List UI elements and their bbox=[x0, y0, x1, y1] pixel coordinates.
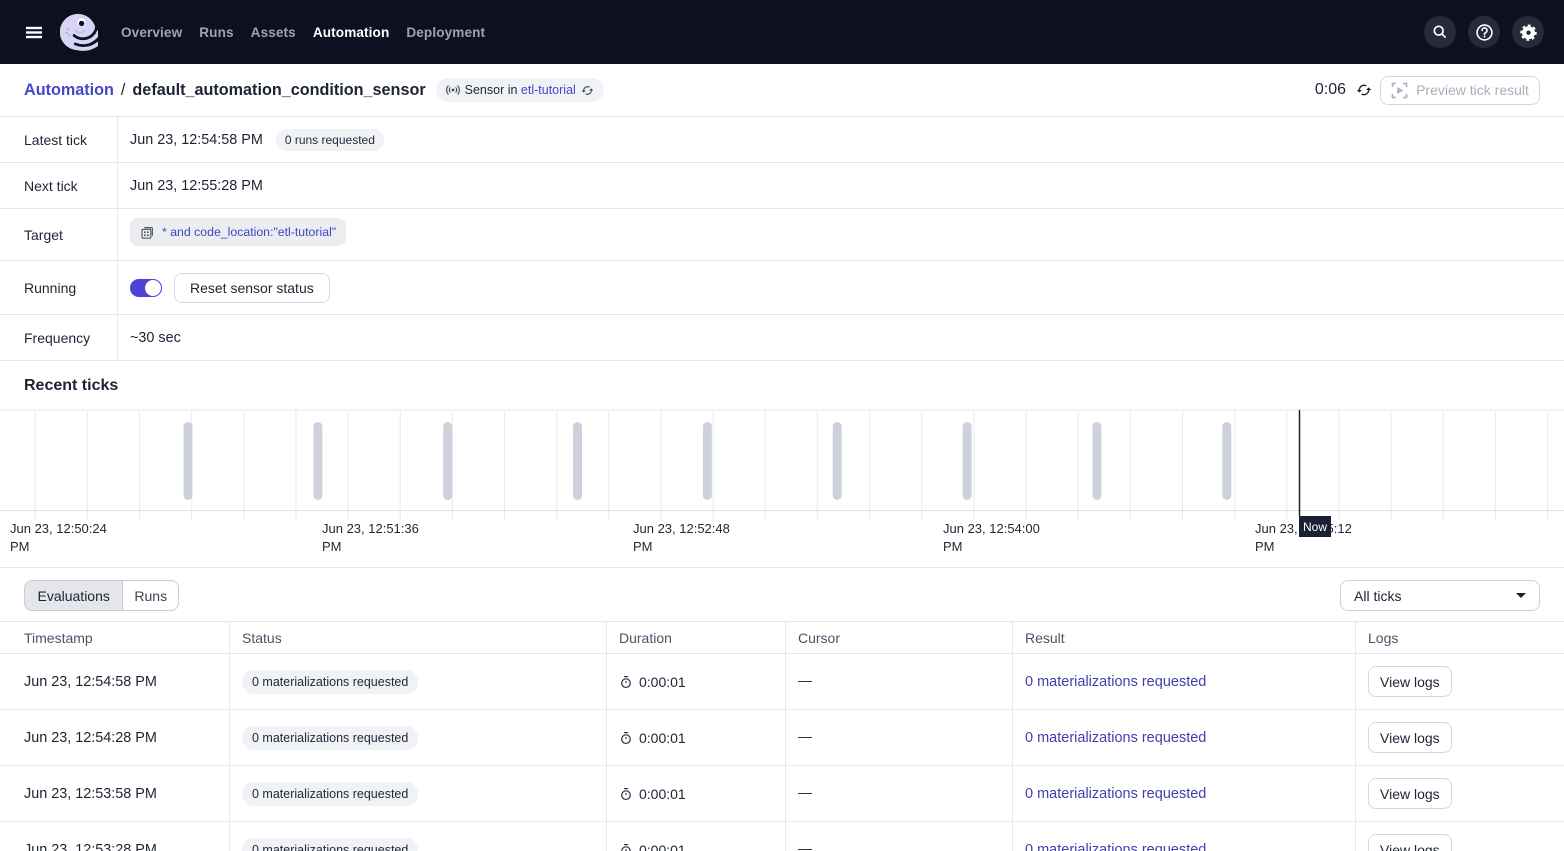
svg-text:Jun 23, 12:50:24: Jun 23, 12:50:24 bbox=[10, 521, 107, 536]
svg-text:Now: Now bbox=[1303, 520, 1327, 534]
svg-text:PM: PM bbox=[1255, 539, 1275, 554]
svg-text:PM: PM bbox=[633, 539, 653, 554]
svg-text:PM: PM bbox=[322, 539, 342, 554]
svg-text:PM: PM bbox=[943, 539, 963, 554]
svg-text:PM: PM bbox=[10, 539, 30, 554]
svg-text:Jun 23, 12:51:36: Jun 23, 12:51:36 bbox=[322, 521, 419, 536]
svg-text:Jun 23, 12:54:00: Jun 23, 12:54:00 bbox=[943, 521, 1040, 536]
svg-text:Jun 23, 12:52:48: Jun 23, 12:52:48 bbox=[633, 521, 730, 536]
